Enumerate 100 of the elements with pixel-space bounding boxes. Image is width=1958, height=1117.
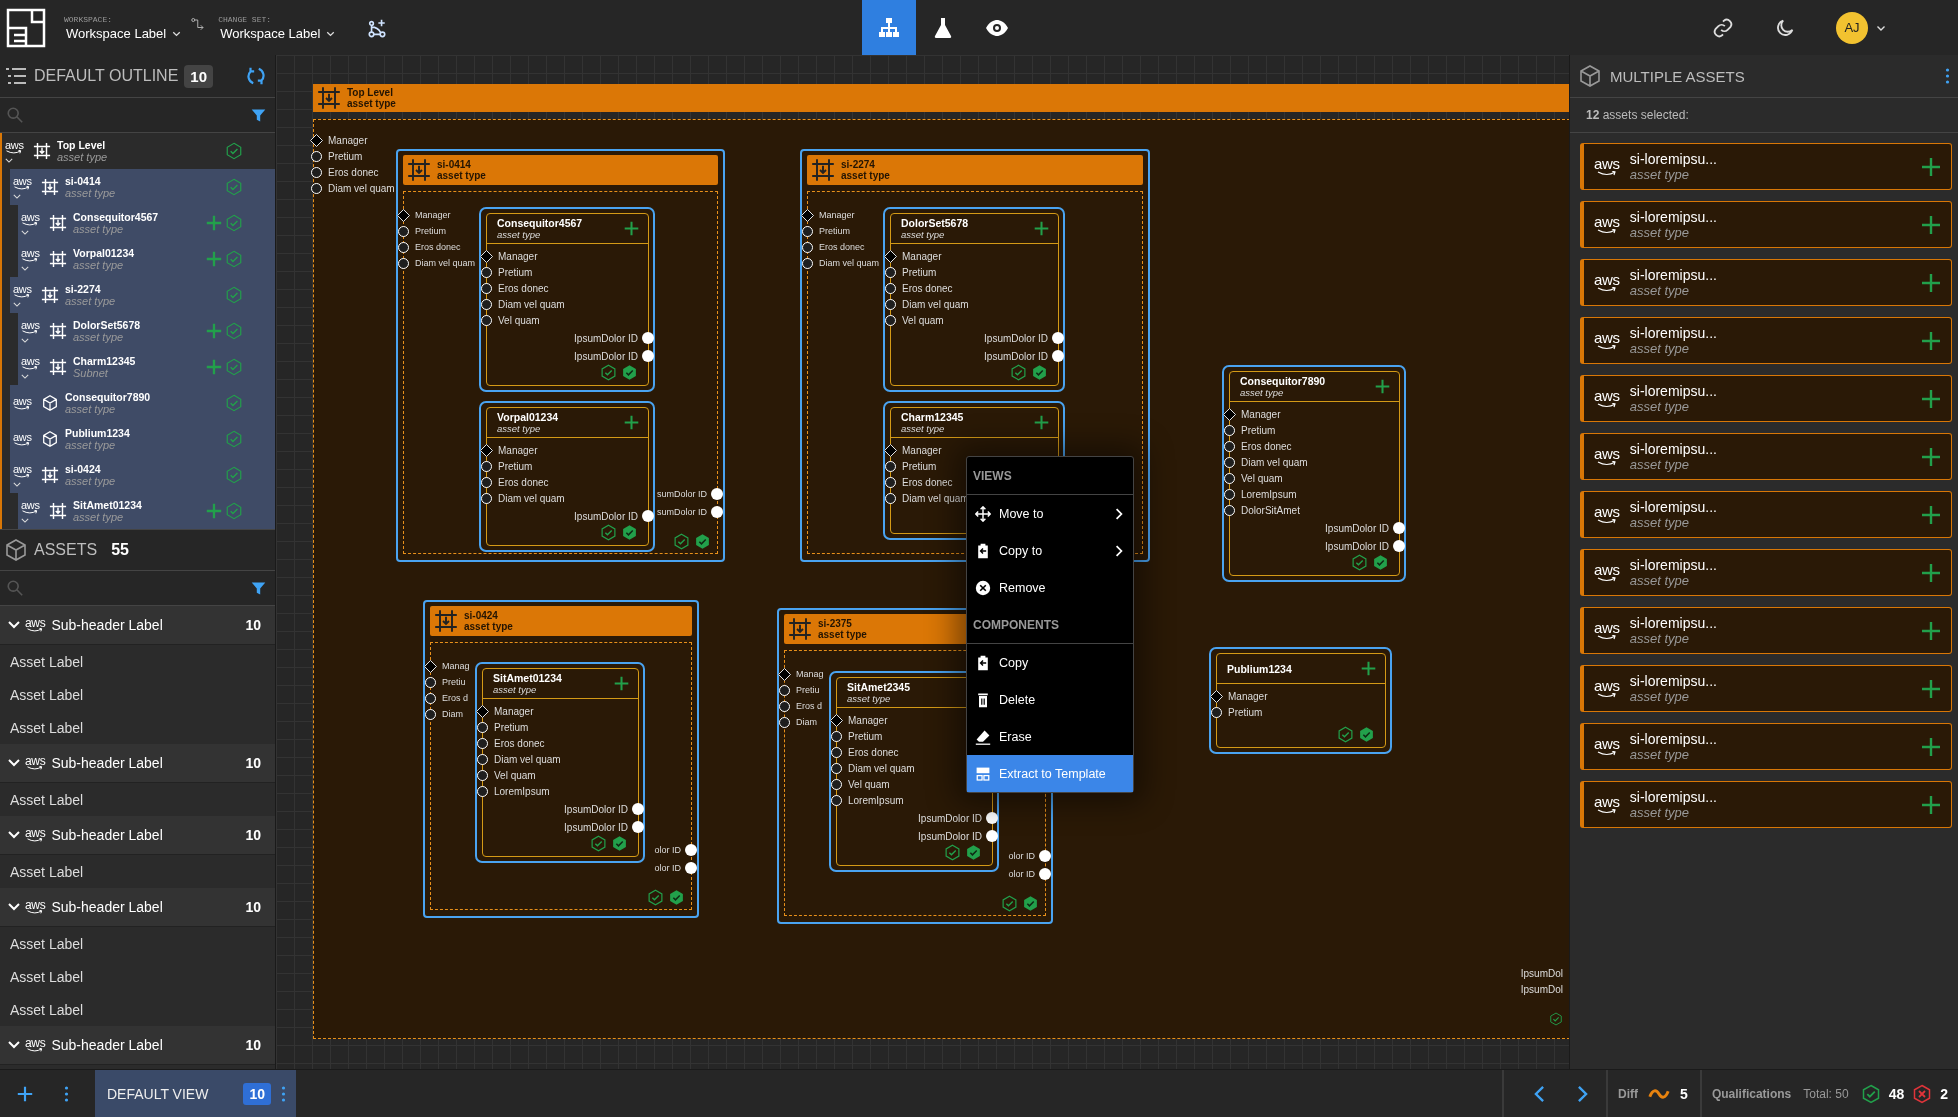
socket-label: Pretium: [902, 460, 937, 472]
socket-label: Diam vel quam: [498, 492, 565, 504]
asset-name: si-loremipsu...: [1629, 731, 1717, 747]
asset-type: asset type: [1629, 631, 1690, 646]
asset-name: si-loremipsu...: [1629, 499, 1717, 515]
menu-section-title: COMPONENTS: [967, 606, 1133, 644]
workspace-label: WORKSPACE:: [64, 14, 113, 24]
socket-label: IpsumDolor ID: [574, 350, 638, 362]
item-type: asset type: [65, 439, 116, 451]
item-name: si-0424: [65, 463, 101, 475]
item-type: asset type: [65, 295, 116, 307]
component-title: SitAmet2345: [847, 681, 911, 693]
asset-name: si-loremipsu...: [1629, 151, 1717, 167]
change-set-label: CHANGE SET:: [218, 14, 273, 24]
item-name: Top Level: [57, 139, 106, 151]
socket-label: olor ID: [1008, 851, 1035, 861]
socket-label: Pretium: [498, 266, 533, 278]
socket-label: Diam vel quam: [848, 762, 915, 774]
socket-label: Pretium: [415, 226, 446, 236]
socket-label: IpsumDolor ID: [1325, 522, 1389, 534]
socket-label: Manager: [494, 705, 534, 717]
socket-label: Eros donec: [415, 242, 461, 252]
socket-label: IpsumDolor ID: [574, 510, 638, 522]
socket-label: Manag: [796, 669, 824, 679]
component-type: asset type: [901, 229, 945, 240]
socket-label: Manager: [498, 444, 538, 456]
asset-type: asset type: [1629, 167, 1690, 182]
sub-header-label: Sub-header Label: [51, 899, 163, 915]
item-name: DolorSet5678: [73, 319, 141, 331]
asset-name: si-loremipsu...: [1629, 557, 1717, 573]
frame-title: si-0424: [464, 610, 498, 621]
selection-summary: 12 assets selected:: [1570, 98, 1958, 133]
asset-name: si-loremipsu...: [1629, 209, 1717, 225]
socket-label: Diam vel quam: [494, 753, 561, 765]
qualifications-total: Total: 50: [1803, 1086, 1849, 1101]
socket-label: Eros donec: [848, 746, 899, 758]
socket-label: Pretium: [1228, 706, 1263, 718]
item-type: asset type: [65, 403, 116, 415]
aws-logo: aws: [1594, 794, 1620, 815]
socket-label: Pretium: [902, 266, 937, 278]
frame-title: Top Level: [347, 87, 393, 98]
socket-label: Diam vel quam: [819, 258, 880, 268]
socket-label: Eros donec: [902, 282, 953, 294]
socket-label: IpsumDolor ID: [564, 803, 628, 815]
socket-label: Eros donec: [494, 737, 545, 749]
socket-label: Manager: [415, 210, 451, 220]
socket-label: Eros donec: [819, 242, 865, 252]
view-count: 10: [243, 1082, 271, 1105]
item-name: SitAmet01234: [73, 499, 142, 511]
socket-label: Eros donec: [902, 476, 953, 488]
asset-name: si-loremipsu...: [1629, 383, 1717, 399]
socket-label: Vel quam: [848, 778, 890, 790]
component-title: Charm12345: [901, 411, 964, 423]
socket-label: LoremIpsum: [1241, 488, 1297, 500]
sub-header-label: Sub-header Label: [51, 755, 163, 771]
aws-logo: aws: [1594, 272, 1620, 293]
asset-name: si-loremipsu...: [1629, 673, 1717, 689]
socket-label: IpsumDolor ID: [918, 830, 982, 842]
aws-logo: aws: [25, 1037, 46, 1053]
aws-logo: aws: [13, 431, 32, 447]
socket-label: DolorSitAmet: [1241, 504, 1300, 516]
aws-logo: aws: [1594, 214, 1620, 235]
aws-logo: aws: [13, 283, 32, 299]
asset-type: asset type: [1629, 283, 1690, 298]
socket-label: Eros donec: [498, 282, 549, 294]
asset-type: asset type: [1629, 689, 1690, 704]
sub-header-count: 10: [245, 899, 261, 915]
sub-header-count: 10: [245, 827, 261, 843]
sub-header-label: Sub-header Label: [51, 617, 163, 633]
socket-label: olor ID: [1008, 869, 1035, 879]
socket-label: Manager: [848, 714, 888, 726]
item-type: asset type: [73, 511, 124, 523]
frame-type: asset type: [818, 629, 867, 640]
socket-label: IpsumDol: [1520, 968, 1563, 979]
count-badge: 10: [184, 64, 213, 88]
socket-label: Pretium: [1241, 424, 1276, 436]
aws-logo: aws: [1594, 562, 1620, 583]
component-type: asset type: [847, 693, 891, 704]
asset-type: asset type: [1629, 515, 1690, 530]
socket-label: Pretiu: [442, 677, 466, 687]
aws-logo: aws: [1594, 330, 1620, 351]
aws-logo: aws: [1594, 388, 1620, 409]
aws-logo: aws: [1594, 620, 1620, 641]
socket-label: Diam vel quam: [328, 182, 395, 194]
aws-logo: aws: [1594, 446, 1620, 467]
asset-name: si-loremipsu...: [1629, 789, 1717, 805]
component-type: asset type: [493, 684, 537, 695]
component-title: Publium1234: [1227, 662, 1292, 675]
diff-label: Diff: [1618, 1086, 1639, 1101]
socket-label: IpsumDolor ID: [1325, 540, 1389, 552]
item-type: asset type: [57, 151, 108, 163]
aws-logo: aws: [25, 617, 46, 633]
asset-name: si-loremipsu...: [1629, 325, 1717, 341]
socket-label: Diam: [796, 717, 817, 727]
frame-title: si-0414: [437, 159, 471, 170]
socket-label: Vel quam: [902, 314, 944, 326]
socket-label: LoremIpsum: [848, 794, 904, 806]
socket-label: Pretium: [498, 460, 533, 472]
frame-type: asset type: [464, 621, 513, 632]
socket-label: Diam vel quam: [1241, 456, 1308, 468]
